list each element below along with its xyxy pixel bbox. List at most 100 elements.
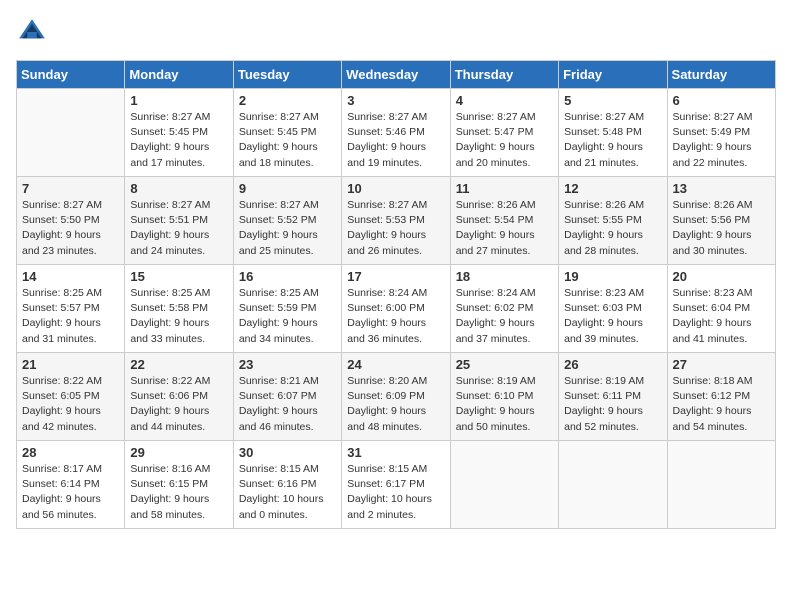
day-number: 13 <box>673 181 770 196</box>
day-number: 15 <box>130 269 227 284</box>
calendar-cell: 3 Sunrise: 8:27 AMSunset: 5:46 PMDayligh… <box>342 89 450 177</box>
calendar-cell: 21 Sunrise: 8:22 AMSunset: 6:05 PMDaylig… <box>17 353 125 441</box>
day-number: 26 <box>564 357 661 372</box>
calendar-cell: 31 Sunrise: 8:15 AMSunset: 6:17 PMDaylig… <box>342 441 450 529</box>
day-header-tuesday: Tuesday <box>233 61 341 89</box>
day-info: Sunrise: 8:26 AMSunset: 5:54 PMDaylight:… <box>456 198 553 259</box>
day-number: 14 <box>22 269 119 284</box>
calendar-cell: 29 Sunrise: 8:16 AMSunset: 6:15 PMDaylig… <box>125 441 233 529</box>
day-number: 12 <box>564 181 661 196</box>
day-number: 19 <box>564 269 661 284</box>
day-number: 18 <box>456 269 553 284</box>
day-number: 2 <box>239 93 336 108</box>
calendar-cell: 9 Sunrise: 8:27 AMSunset: 5:52 PMDayligh… <box>233 177 341 265</box>
day-number: 22 <box>130 357 227 372</box>
day-info: Sunrise: 8:19 AMSunset: 6:11 PMDaylight:… <box>564 374 661 435</box>
calendar-week-row: 1 Sunrise: 8:27 AMSunset: 5:45 PMDayligh… <box>17 89 776 177</box>
day-info: Sunrise: 8:27 AMSunset: 5:45 PMDaylight:… <box>130 110 227 171</box>
calendar-cell: 22 Sunrise: 8:22 AMSunset: 6:06 PMDaylig… <box>125 353 233 441</box>
day-number: 23 <box>239 357 336 372</box>
day-number: 21 <box>22 357 119 372</box>
logo-icon <box>16 16 48 48</box>
day-info: Sunrise: 8:27 AMSunset: 5:51 PMDaylight:… <box>130 198 227 259</box>
day-info: Sunrise: 8:27 AMSunset: 5:48 PMDaylight:… <box>564 110 661 171</box>
day-info: Sunrise: 8:23 AMSunset: 6:03 PMDaylight:… <box>564 286 661 347</box>
day-number: 6 <box>673 93 770 108</box>
calendar-cell: 14 Sunrise: 8:25 AMSunset: 5:57 PMDaylig… <box>17 265 125 353</box>
day-info: Sunrise: 8:19 AMSunset: 6:10 PMDaylight:… <box>456 374 553 435</box>
calendar-cell <box>17 89 125 177</box>
day-info: Sunrise: 8:27 AMSunset: 5:50 PMDaylight:… <box>22 198 119 259</box>
day-info: Sunrise: 8:24 AMSunset: 6:02 PMDaylight:… <box>456 286 553 347</box>
day-info: Sunrise: 8:24 AMSunset: 6:00 PMDaylight:… <box>347 286 444 347</box>
calendar-cell: 7 Sunrise: 8:27 AMSunset: 5:50 PMDayligh… <box>17 177 125 265</box>
day-number: 10 <box>347 181 444 196</box>
day-info: Sunrise: 8:22 AMSunset: 6:06 PMDaylight:… <box>130 374 227 435</box>
day-info: Sunrise: 8:26 AMSunset: 5:55 PMDaylight:… <box>564 198 661 259</box>
day-number: 27 <box>673 357 770 372</box>
calendar-cell: 20 Sunrise: 8:23 AMSunset: 6:04 PMDaylig… <box>667 265 775 353</box>
calendar-cell <box>450 441 558 529</box>
day-number: 16 <box>239 269 336 284</box>
calendar-cell: 18 Sunrise: 8:24 AMSunset: 6:02 PMDaylig… <box>450 265 558 353</box>
calendar-cell: 28 Sunrise: 8:17 AMSunset: 6:14 PMDaylig… <box>17 441 125 529</box>
day-number: 20 <box>673 269 770 284</box>
calendar-week-row: 14 Sunrise: 8:25 AMSunset: 5:57 PMDaylig… <box>17 265 776 353</box>
calendar-cell: 1 Sunrise: 8:27 AMSunset: 5:45 PMDayligh… <box>125 89 233 177</box>
calendar-cell: 17 Sunrise: 8:24 AMSunset: 6:00 PMDaylig… <box>342 265 450 353</box>
calendar-cell <box>559 441 667 529</box>
day-number: 25 <box>456 357 553 372</box>
day-number: 24 <box>347 357 444 372</box>
calendar-cell <box>667 441 775 529</box>
day-info: Sunrise: 8:22 AMSunset: 6:05 PMDaylight:… <box>22 374 119 435</box>
day-info: Sunrise: 8:20 AMSunset: 6:09 PMDaylight:… <box>347 374 444 435</box>
day-header-thursday: Thursday <box>450 61 558 89</box>
day-number: 30 <box>239 445 336 460</box>
calendar-cell: 27 Sunrise: 8:18 AMSunset: 6:12 PMDaylig… <box>667 353 775 441</box>
day-number: 29 <box>130 445 227 460</box>
day-number: 1 <box>130 93 227 108</box>
calendar-week-row: 21 Sunrise: 8:22 AMSunset: 6:05 PMDaylig… <box>17 353 776 441</box>
page-header <box>16 16 776 48</box>
logo <box>16 16 50 48</box>
day-info: Sunrise: 8:27 AMSunset: 5:53 PMDaylight:… <box>347 198 444 259</box>
day-header-monday: Monday <box>125 61 233 89</box>
day-number: 8 <box>130 181 227 196</box>
calendar-cell: 16 Sunrise: 8:25 AMSunset: 5:59 PMDaylig… <box>233 265 341 353</box>
day-info: Sunrise: 8:15 AMSunset: 6:17 PMDaylight:… <box>347 462 444 523</box>
calendar-cell: 10 Sunrise: 8:27 AMSunset: 5:53 PMDaylig… <box>342 177 450 265</box>
day-info: Sunrise: 8:21 AMSunset: 6:07 PMDaylight:… <box>239 374 336 435</box>
calendar-cell: 12 Sunrise: 8:26 AMSunset: 5:55 PMDaylig… <box>559 177 667 265</box>
calendar-table: SundayMondayTuesdayWednesdayThursdayFrid… <box>16 60 776 529</box>
calendar-week-row: 28 Sunrise: 8:17 AMSunset: 6:14 PMDaylig… <box>17 441 776 529</box>
day-info: Sunrise: 8:15 AMSunset: 6:16 PMDaylight:… <box>239 462 336 523</box>
day-info: Sunrise: 8:23 AMSunset: 6:04 PMDaylight:… <box>673 286 770 347</box>
day-info: Sunrise: 8:27 AMSunset: 5:49 PMDaylight:… <box>673 110 770 171</box>
calendar-cell: 30 Sunrise: 8:15 AMSunset: 6:16 PMDaylig… <box>233 441 341 529</box>
day-info: Sunrise: 8:25 AMSunset: 5:59 PMDaylight:… <box>239 286 336 347</box>
day-info: Sunrise: 8:18 AMSunset: 6:12 PMDaylight:… <box>673 374 770 435</box>
calendar-cell: 24 Sunrise: 8:20 AMSunset: 6:09 PMDaylig… <box>342 353 450 441</box>
day-info: Sunrise: 8:27 AMSunset: 5:45 PMDaylight:… <box>239 110 336 171</box>
day-info: Sunrise: 8:25 AMSunset: 5:58 PMDaylight:… <box>130 286 227 347</box>
day-info: Sunrise: 8:27 AMSunset: 5:47 PMDaylight:… <box>456 110 553 171</box>
calendar-cell: 19 Sunrise: 8:23 AMSunset: 6:03 PMDaylig… <box>559 265 667 353</box>
calendar-cell: 8 Sunrise: 8:27 AMSunset: 5:51 PMDayligh… <box>125 177 233 265</box>
calendar-cell: 5 Sunrise: 8:27 AMSunset: 5:48 PMDayligh… <box>559 89 667 177</box>
day-header-wednesday: Wednesday <box>342 61 450 89</box>
calendar-cell: 26 Sunrise: 8:19 AMSunset: 6:11 PMDaylig… <box>559 353 667 441</box>
calendar-header-row: SundayMondayTuesdayWednesdayThursdayFrid… <box>17 61 776 89</box>
calendar-cell: 23 Sunrise: 8:21 AMSunset: 6:07 PMDaylig… <box>233 353 341 441</box>
day-info: Sunrise: 8:27 AMSunset: 5:46 PMDaylight:… <box>347 110 444 171</box>
day-info: Sunrise: 8:26 AMSunset: 5:56 PMDaylight:… <box>673 198 770 259</box>
day-number: 17 <box>347 269 444 284</box>
calendar-week-row: 7 Sunrise: 8:27 AMSunset: 5:50 PMDayligh… <box>17 177 776 265</box>
calendar-cell: 13 Sunrise: 8:26 AMSunset: 5:56 PMDaylig… <box>667 177 775 265</box>
day-header-friday: Friday <box>559 61 667 89</box>
day-number: 31 <box>347 445 444 460</box>
day-info: Sunrise: 8:27 AMSunset: 5:52 PMDaylight:… <box>239 198 336 259</box>
day-header-saturday: Saturday <box>667 61 775 89</box>
day-number: 5 <box>564 93 661 108</box>
day-number: 7 <box>22 181 119 196</box>
day-info: Sunrise: 8:16 AMSunset: 6:15 PMDaylight:… <box>130 462 227 523</box>
